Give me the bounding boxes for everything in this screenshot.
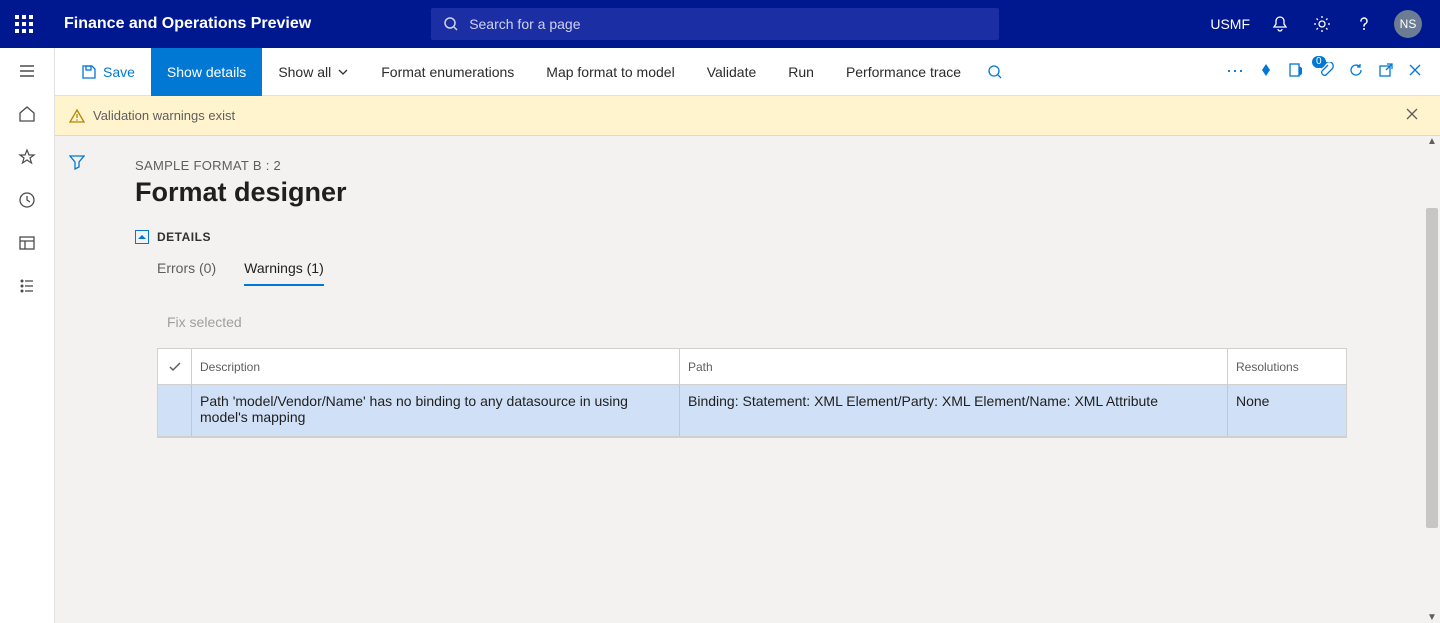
company-label[interactable]: USMF: [1210, 16, 1250, 32]
perf-trace-label: Performance trace: [846, 64, 961, 80]
show-all-label: Show all: [278, 64, 331, 80]
command-bar: Save Show details Show all Format enumer…: [55, 48, 1440, 96]
header-right: USMF NS: [1210, 10, 1440, 38]
main-panel: SAMPLE FORMAT B : 2 Format designer DETA…: [99, 136, 1440, 623]
content-area: SAMPLE FORMAT B : 2 Format designer DETA…: [55, 136, 1440, 623]
grid-select-all[interactable]: [158, 349, 192, 384]
search-placeholder: Search for a page: [469, 16, 580, 32]
grid-header: Description Path Resolutions: [158, 349, 1346, 385]
breadcrumb: SAMPLE FORMAT B : 2: [135, 158, 1410, 173]
collapse-toggle[interactable]: [135, 230, 149, 244]
app-header: Finance and Operations Preview Search fo…: [0, 0, 1440, 48]
details-label: DETAILS: [157, 230, 211, 244]
attachments-badge: 0: [1312, 56, 1326, 68]
star-icon[interactable]: [18, 148, 36, 169]
close-icon[interactable]: [1408, 63, 1422, 80]
bell-icon[interactable]: [1268, 12, 1292, 36]
col-resolutions[interactable]: Resolutions: [1228, 349, 1346, 384]
grid-row[interactable]: Path 'model/Vendor/Name' has no binding …: [158, 385, 1346, 437]
show-all-button[interactable]: Show all: [262, 48, 365, 96]
search-icon: [987, 64, 1003, 80]
details-section-header[interactable]: DETAILS: [135, 230, 1410, 244]
check-icon: [168, 360, 182, 374]
command-bar-right: ⋯ 0: [1226, 61, 1440, 82]
help-icon[interactable]: [1352, 12, 1376, 36]
show-details-button[interactable]: Show details: [151, 48, 262, 96]
gear-icon[interactable]: [1310, 12, 1334, 36]
cell-description: Path 'model/Vendor/Name' has no binding …: [192, 385, 680, 436]
open-office-icon[interactable]: [1288, 62, 1304, 81]
user-avatar[interactable]: NS: [1394, 10, 1422, 38]
scroll-thumb[interactable]: [1426, 208, 1438, 528]
hamburger-icon[interactable]: [18, 62, 36, 83]
save-label: Save: [103, 64, 135, 80]
tab-errors[interactable]: Errors (0): [157, 260, 216, 286]
filter-column: [55, 136, 99, 623]
home-icon[interactable]: [18, 105, 36, 126]
tab-warnings[interactable]: Warnings (1): [244, 260, 324, 286]
save-icon: [81, 64, 97, 80]
fix-selected-button[interactable]: Fix selected: [167, 314, 1410, 330]
tabs: Errors (0) Warnings (1): [157, 260, 1410, 286]
nav-rail: [0, 48, 55, 623]
app-title: Finance and Operations Preview: [48, 15, 311, 33]
refresh-icon[interactable]: [1348, 62, 1364, 81]
page-title: Format designer: [135, 177, 1410, 208]
modules-icon[interactable]: [18, 277, 36, 298]
cell-resolutions: None: [1228, 385, 1346, 436]
run-label: Run: [788, 64, 814, 80]
more-icon[interactable]: ⋯: [1226, 61, 1244, 82]
waffle-icon: [15, 15, 33, 33]
performance-trace-button[interactable]: Performance trace: [830, 48, 977, 96]
global-search[interactable]: Search for a page: [431, 8, 999, 40]
notification-text: Validation warnings exist: [93, 108, 235, 123]
scroll-up-icon[interactable]: ▲: [1426, 136, 1438, 147]
scrollbar[interactable]: ▲ ▼: [1424, 136, 1440, 623]
warning-icon: [69, 108, 85, 124]
find-button[interactable]: [977, 48, 1013, 96]
scroll-down-icon[interactable]: ▼: [1426, 612, 1438, 623]
notification-bar: Validation warnings exist: [55, 96, 1440, 136]
workspace-icon[interactable]: [18, 234, 36, 255]
col-description[interactable]: Description: [192, 349, 680, 384]
save-button[interactable]: Save: [65, 48, 151, 96]
warnings-grid: Description Path Resolutions Path 'model…: [157, 348, 1347, 438]
chevron-down-icon: [337, 66, 349, 78]
diamond-icon[interactable]: [1258, 62, 1274, 81]
validate-label: Validate: [707, 64, 757, 80]
filter-icon[interactable]: [69, 154, 85, 623]
search-icon: [443, 16, 459, 32]
map-model-label: Map format to model: [546, 64, 674, 80]
notification-close[interactable]: [1406, 108, 1426, 123]
history-icon[interactable]: [18, 191, 36, 212]
validate-button[interactable]: Validate: [691, 48, 773, 96]
attachments-icon[interactable]: 0: [1318, 62, 1334, 81]
col-path[interactable]: Path: [680, 349, 1228, 384]
popout-icon[interactable]: [1378, 62, 1394, 81]
show-details-label: Show details: [167, 64, 246, 80]
format-enum-label: Format enumerations: [381, 64, 514, 80]
cell-path: Binding: Statement: XML Element/Party: X…: [680, 385, 1228, 436]
run-button[interactable]: Run: [772, 48, 830, 96]
waffle-menu[interactable]: [0, 15, 48, 33]
map-format-button[interactable]: Map format to model: [530, 48, 690, 96]
row-select[interactable]: [158, 385, 192, 436]
format-enumerations-button[interactable]: Format enumerations: [365, 48, 530, 96]
